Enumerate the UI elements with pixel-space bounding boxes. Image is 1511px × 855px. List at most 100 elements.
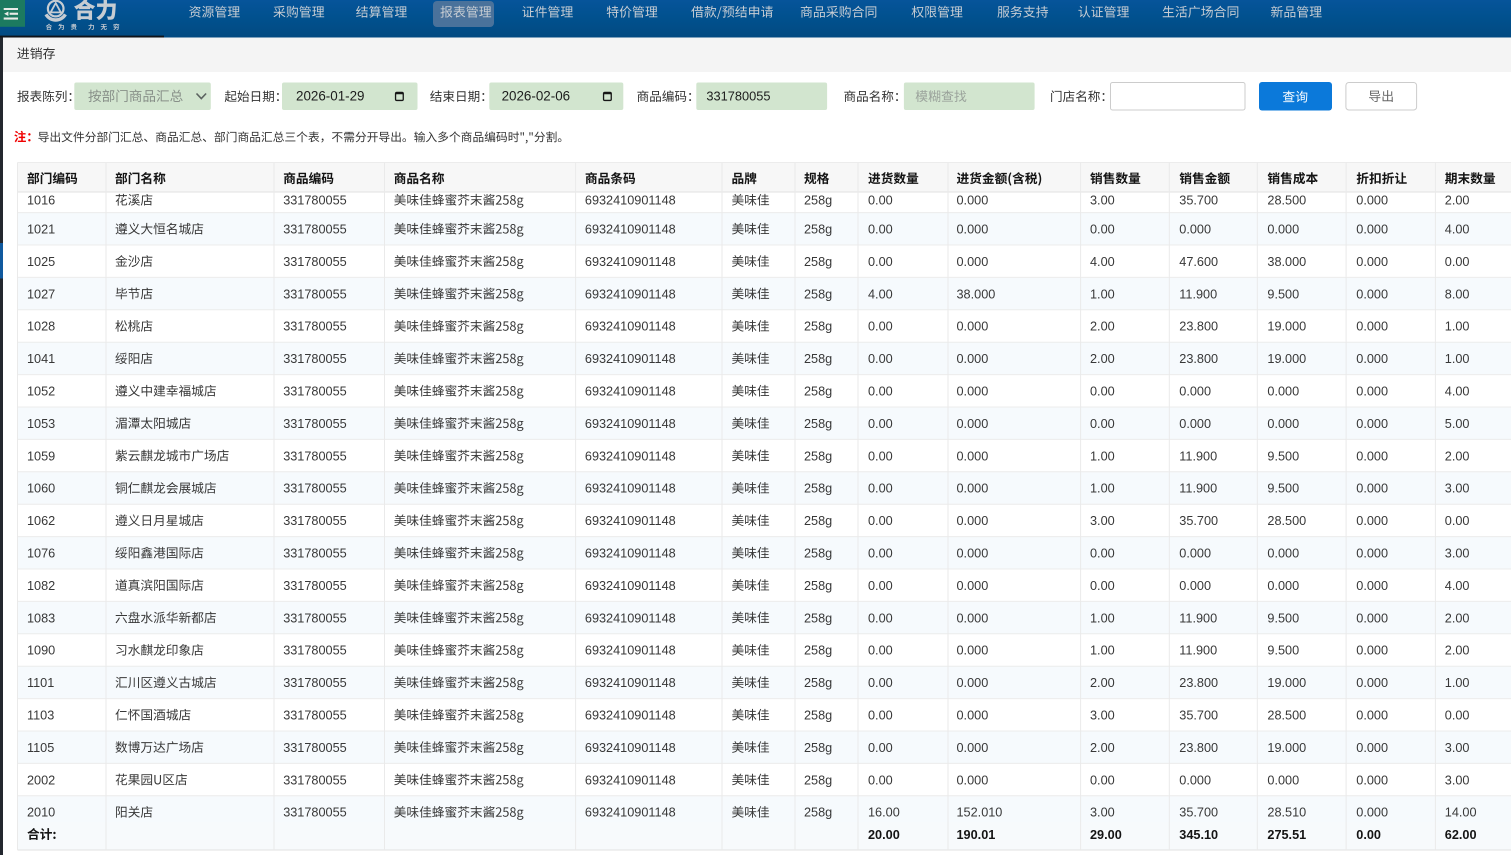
svg-text:35.700: 35.700 xyxy=(1179,806,1218,820)
svg-text:0.00: 0.00 xyxy=(868,320,893,334)
svg-text:8.00: 8.00 xyxy=(1445,287,1470,301)
svg-text:0.00: 0.00 xyxy=(868,482,893,496)
svg-text:19.000: 19.000 xyxy=(1267,320,1306,334)
svg-text:9.500: 9.500 xyxy=(1267,482,1299,496)
svg-text:2.00: 2.00 xyxy=(1445,194,1470,208)
svg-text:4.00: 4.00 xyxy=(1090,255,1115,269)
svg-text:258g: 258g xyxy=(804,579,832,593)
svg-text:0.000: 0.000 xyxy=(1356,255,1388,269)
svg-text:0.000: 0.000 xyxy=(957,320,989,334)
svg-text:19.000: 19.000 xyxy=(1267,676,1306,690)
svg-text:0.000: 0.000 xyxy=(1356,547,1388,561)
svg-text:2.00: 2.00 xyxy=(1090,352,1115,366)
svg-text:6932410901148: 6932410901148 xyxy=(585,352,676,366)
svg-text:0.000: 0.000 xyxy=(1356,194,1388,208)
svg-text:331780055: 331780055 xyxy=(283,255,347,269)
svg-text:6932410901148: 6932410901148 xyxy=(585,320,676,334)
svg-text:0.00: 0.00 xyxy=(1445,709,1470,723)
svg-text:19.000: 19.000 xyxy=(1267,352,1306,366)
svg-text:0.000: 0.000 xyxy=(957,417,989,431)
svg-text:28.500: 28.500 xyxy=(1267,194,1306,208)
svg-text:258g: 258g xyxy=(804,806,832,820)
svg-text:6932410901148: 6932410901148 xyxy=(585,547,676,561)
svg-text:2002: 2002 xyxy=(27,773,55,787)
svg-text:258g: 258g xyxy=(804,547,832,561)
svg-text:1.00: 1.00 xyxy=(1090,611,1115,625)
svg-text:0.000: 0.000 xyxy=(1356,773,1388,787)
svg-text:258g: 258g xyxy=(804,773,832,787)
svg-text:0.000: 0.000 xyxy=(1356,741,1388,755)
svg-text:331780055: 331780055 xyxy=(283,773,347,787)
svg-text:1060: 1060 xyxy=(27,482,55,496)
svg-text:0.000: 0.000 xyxy=(1356,385,1388,399)
svg-text:0.00: 0.00 xyxy=(1445,255,1470,269)
svg-text:345.10: 345.10 xyxy=(1179,828,1218,842)
svg-text:2.00: 2.00 xyxy=(1090,741,1115,755)
svg-text:4.00: 4.00 xyxy=(1445,579,1470,593)
svg-text:6932410901148: 6932410901148 xyxy=(585,287,676,301)
svg-text:0.000: 0.000 xyxy=(957,482,989,496)
svg-text:47.600: 47.600 xyxy=(1179,255,1218,269)
svg-text:258g: 258g xyxy=(804,644,832,658)
svg-text:11.900: 11.900 xyxy=(1179,611,1217,625)
svg-text:6932410901148: 6932410901148 xyxy=(585,741,676,755)
svg-text:331780055: 331780055 xyxy=(283,449,347,463)
svg-text:3.00: 3.00 xyxy=(1445,547,1470,561)
svg-text:0.000: 0.000 xyxy=(1356,709,1388,723)
svg-text:0.000: 0.000 xyxy=(1356,514,1388,528)
svg-text:0.000: 0.000 xyxy=(1356,449,1388,463)
svg-text:9.500: 9.500 xyxy=(1267,611,1299,625)
svg-text:2.00: 2.00 xyxy=(1445,449,1470,463)
svg-text:6932410901148: 6932410901148 xyxy=(585,676,676,690)
svg-text:1052: 1052 xyxy=(27,385,55,399)
svg-text:0.000: 0.000 xyxy=(957,773,989,787)
svg-text:0.000: 0.000 xyxy=(1267,385,1299,399)
svg-text:0.000: 0.000 xyxy=(957,255,989,269)
svg-text:0.000: 0.000 xyxy=(957,223,989,237)
svg-text:6932410901148: 6932410901148 xyxy=(585,644,676,658)
svg-text:23.800: 23.800 xyxy=(1179,741,1218,755)
svg-text:258g: 258g xyxy=(804,320,832,334)
svg-text:0.00: 0.00 xyxy=(1090,579,1115,593)
svg-text:2.00: 2.00 xyxy=(1445,611,1470,625)
svg-text:9.500: 9.500 xyxy=(1267,449,1299,463)
svg-text:331780055: 331780055 xyxy=(283,741,347,755)
svg-text:258g: 258g xyxy=(804,194,832,208)
svg-text:258g: 258g xyxy=(804,709,832,723)
svg-text:0.000: 0.000 xyxy=(1179,773,1211,787)
svg-text:331780055: 331780055 xyxy=(283,611,347,625)
svg-text:331780055: 331780055 xyxy=(283,482,347,496)
svg-text:0.00: 0.00 xyxy=(1090,417,1115,431)
svg-text:0.00: 0.00 xyxy=(1356,828,1381,842)
svg-text:190.01: 190.01 xyxy=(957,828,996,842)
svg-text:1101: 1101 xyxy=(27,676,54,690)
svg-text:35.700: 35.700 xyxy=(1179,709,1218,723)
svg-text:258g: 258g xyxy=(804,385,832,399)
svg-text:2010: 2010 xyxy=(27,806,55,820)
svg-text:23.800: 23.800 xyxy=(1179,352,1218,366)
svg-text:331780055: 331780055 xyxy=(283,644,347,658)
svg-text:0.000: 0.000 xyxy=(1267,773,1299,787)
svg-text:0.000: 0.000 xyxy=(1267,417,1299,431)
svg-text:6932410901148: 6932410901148 xyxy=(585,773,676,787)
svg-text:0.000: 0.000 xyxy=(1179,223,1211,237)
svg-text:1.00: 1.00 xyxy=(1090,482,1115,496)
svg-text:1059: 1059 xyxy=(27,449,55,463)
svg-text:0.00: 0.00 xyxy=(1445,514,1470,528)
svg-text:0.000: 0.000 xyxy=(957,741,989,755)
svg-text:0.00: 0.00 xyxy=(868,385,893,399)
svg-text:0.00: 0.00 xyxy=(868,676,893,690)
svg-text:23.800: 23.800 xyxy=(1179,676,1218,690)
svg-text:28.500: 28.500 xyxy=(1267,514,1306,528)
svg-text:6932410901148: 6932410901148 xyxy=(585,223,676,237)
svg-text:258g: 258g xyxy=(804,611,832,625)
svg-text:4.00: 4.00 xyxy=(1445,385,1470,399)
svg-text:1016: 1016 xyxy=(27,194,55,208)
svg-text:331780055: 331780055 xyxy=(283,417,347,431)
svg-text:0.000: 0.000 xyxy=(1356,352,1388,366)
svg-text:3.00: 3.00 xyxy=(1445,741,1470,755)
svg-text:0.00: 0.00 xyxy=(868,514,893,528)
svg-text:0.000: 0.000 xyxy=(1356,676,1388,690)
svg-text:152.010: 152.010 xyxy=(957,806,1003,820)
svg-text:6932410901148: 6932410901148 xyxy=(585,806,676,820)
